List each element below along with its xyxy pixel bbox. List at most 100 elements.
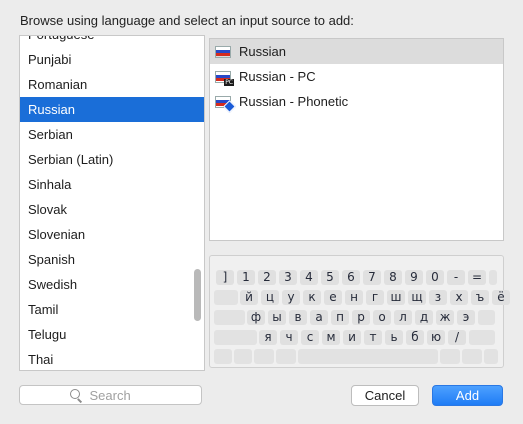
keyboard-key: я [259,330,277,345]
language-list[interactable]: PortuguesePunjabiRomanianRussianSerbianS… [19,35,205,371]
keyboard-key: т [364,330,382,345]
keyboard-key: ё [492,290,510,305]
cancel-button[interactable]: Cancel [351,385,419,406]
pc-badge: PC [224,78,234,86]
keyboard-key: / [448,330,466,345]
input-source-label: Russian - PC [239,69,316,84]
keyboard-key: ъ [471,290,489,305]
keyboard-modifier-key [298,349,438,364]
keyboard-key: ы [268,310,286,325]
keyboard-key: ж [436,310,454,325]
keyboard-key: ч [280,330,298,345]
keyboard-modifier-key [254,349,274,364]
keyboard-modifier-key [214,290,238,305]
keyboard-modifier-key [214,349,232,364]
keyboard-key: 7 [363,270,381,285]
language-item-slovak[interactable]: Slovak [20,197,204,222]
keyboard-key: 4 [300,270,318,285]
keyboard-key: = [468,270,486,285]
russian-flag-pc-icon: PC [215,70,234,86]
keyboard-key: ] [216,270,234,285]
keyboard-key: 9 [405,270,423,285]
keyboard-modifier-key [276,349,296,364]
keyboard-key: й [240,290,258,305]
keyboard-key: в [289,310,307,325]
keyboard-key: д [415,310,433,325]
language-item-sinhala[interactable]: Sinhala [20,172,204,197]
keyboard-key: р [352,310,370,325]
language-item-telugu[interactable]: Telugu [20,322,204,347]
input-source-item[interactable]: Russian [210,39,503,64]
keyboard-key: ш [387,290,405,305]
keyboard-key: э [457,310,475,325]
language-list-items: PortuguesePunjabiRomanianRussianSerbianS… [20,36,204,370]
input-source-item[interactable]: Russian - Phonetic [210,89,503,114]
keyboard-key: ь [385,330,403,345]
keyboard-modifier-key [214,310,245,325]
language-item-serbian[interactable]: Serbian [20,122,204,147]
keyboard-modifier-key [484,349,498,364]
russian-flag-phonetic-icon [215,95,236,113]
keyboard-key: и [343,330,361,345]
keyboard-modifier-key [469,330,495,345]
input-source-label: Russian [239,44,286,59]
keyboard-row4: я ч с м и т ь б ю / [210,330,503,345]
language-list-scrollbar[interactable] [194,269,201,321]
language-item-slovenian[interactable]: Slovenian [20,222,204,247]
input-source-list[interactable]: Russian PC Russian - PC Russian - Phonetic [209,38,504,241]
russian-flag-icon [215,45,231,58]
keyboard-modifier-key [478,310,495,325]
keyboard-row2: йцукенгшщзхъё [210,290,510,305]
keyboard-key: к [303,290,321,305]
keyboard-key: с [301,330,319,345]
language-item-swedish[interactable]: Swedish [20,272,204,297]
keyboard-key: а [310,310,328,325]
language-item-russian[interactable]: Russian [20,97,204,122]
keyboard-key: ю [427,330,445,345]
keyboard-key: н [345,290,363,305]
keyboard-key: у [282,290,300,305]
keyboard-key: 1 [237,270,255,285]
keyboard-key: п [331,310,349,325]
dialog-title: Browse using language and select an inpu… [20,13,354,28]
keyboard-key: 8 [384,270,402,285]
search-field[interactable] [19,385,202,405]
language-item-romanian[interactable]: Romanian [20,72,204,97]
keyboard-modifier-key [234,349,252,364]
keyboard-key: 2 [258,270,276,285]
keyboard-modifier-key [489,270,497,285]
keyboard-row3: фывапролджэ [210,310,503,325]
keyboard-key: 5 [321,270,339,285]
search-input[interactable] [87,386,152,404]
language-item-punjabi[interactable]: Punjabi [20,47,204,72]
input-source-item[interactable]: PC Russian - PC [210,64,503,89]
keyboard-key: 6 [342,270,360,285]
keyboard-key: г [366,290,384,305]
keyboard-modifier-key [214,330,257,345]
keyboard-key: ф [247,310,265,325]
magnifier-icon [69,389,82,403]
language-item-thai[interactable]: Thai [20,347,204,370]
keyboard-key: щ [408,290,426,305]
keyboard-key: х [450,290,468,305]
keyboard-key: ц [261,290,279,305]
language-item-tamil[interactable]: Tamil [20,297,204,322]
language-item-spanish[interactable]: Spanish [20,247,204,272]
keyboard-key: е [324,290,342,305]
keyboard-key: м [322,330,340,345]
keyboard-preview: ] 1 2 3 4 5 6 7 8 9 0- = й ц у к е н г ш щ з х ъ ё ф ы в а п р о л д ж э я ч с… [209,255,510,368]
keyboard-key: з [429,290,447,305]
keyboard-key: л [394,310,412,325]
keyboard-key: 3 [279,270,297,285]
language-item-serbian-latin[interactable]: Serbian (Latin) [20,147,204,172]
input-source-label: Russian - Phonetic [239,94,349,109]
keyboard-key: о [373,310,391,325]
keyboard-key: - [447,270,465,285]
keyboard-bottom-row [210,349,503,364]
keyboard-key: б [406,330,424,345]
keyboard-modifier-key [462,349,482,364]
language-item-portuguese[interactable]: Portuguese [20,36,204,47]
keyboard-row1: ] 1 2 3 4 5 6 7 8 9 0- = [210,270,503,285]
keyboard-key: 0 [426,270,444,285]
add-button[interactable]: Add [432,385,503,406]
